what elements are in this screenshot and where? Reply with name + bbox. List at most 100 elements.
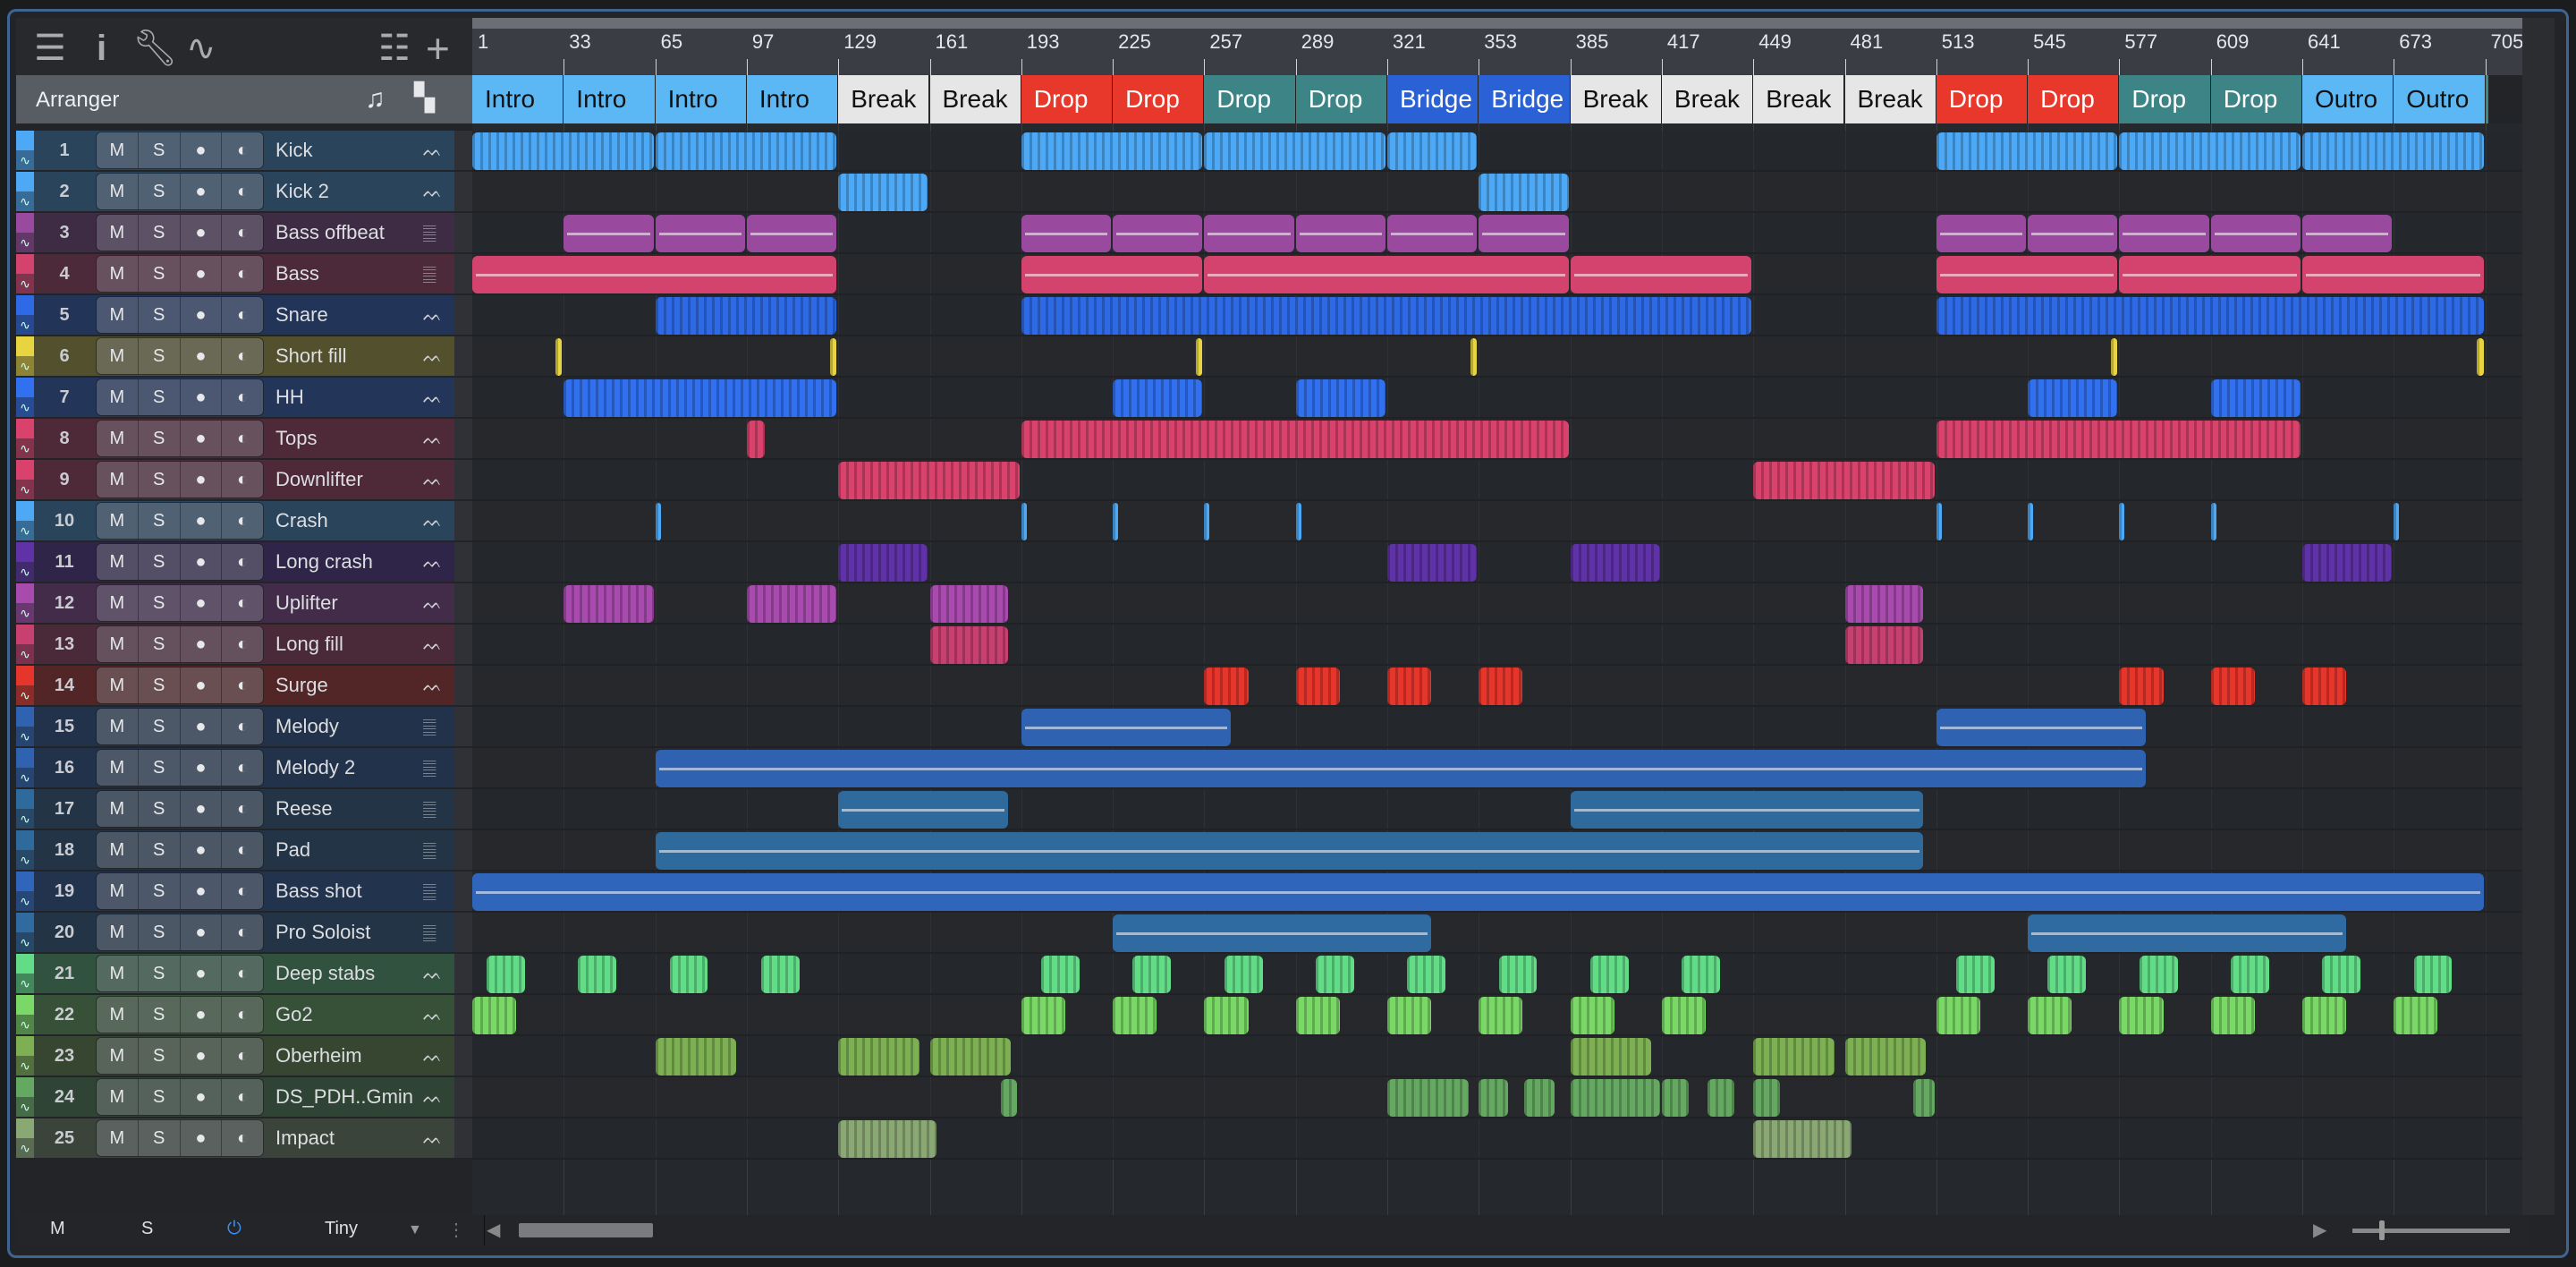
power-icon[interactable]: ⏻ [227, 1219, 242, 1239]
clip[interactable] [1913, 1079, 1935, 1117]
track-name[interactable]: Bass shot [275, 872, 362, 911]
clip[interactable] [1021, 503, 1027, 540]
clip[interactable] [1021, 709, 1232, 746]
monitor-button[interactable]: ◐ [222, 1038, 263, 1074]
track-color-swatch[interactable] [16, 748, 34, 768]
clip[interactable] [929, 1038, 1012, 1076]
mute-button[interactable]: M [97, 914, 139, 950]
solo-button[interactable]: S [138, 709, 181, 744]
record-arm-button[interactable]: ● [180, 1079, 223, 1115]
clip[interactable] [1936, 256, 2118, 293]
monitor-button[interactable]: ◐ [222, 585, 263, 621]
track-header[interactable]: ∿ 6 M S ● ◐ Short fill ᨓ [16, 336, 472, 376]
arranger-section[interactable]: Break [838, 75, 930, 123]
automation-icon[interactable]: ∿ [16, 397, 34, 417]
clip[interactable] [838, 791, 1008, 829]
clip[interactable] [829, 338, 837, 376]
track-color-swatch[interactable] [16, 254, 34, 274]
clip[interactable] [1470, 338, 1478, 376]
track-lane[interactable] [472, 707, 2522, 748]
track-header[interactable]: ∿ 12 M S ● ◐ Uplifter ᨓ [16, 583, 472, 623]
clip[interactable] [2047, 956, 2087, 993]
track-name[interactable]: Go2 [275, 995, 313, 1034]
arranger-section[interactable]: Intro [746, 75, 839, 123]
track-header[interactable]: ∿ 18 M S ● ◐ Pad 𝄛 [16, 830, 472, 870]
track-header[interactable]: ∿ 5 M S ● ◐ Snare ᨓ [16, 295, 472, 335]
track-lane[interactable] [472, 789, 2522, 830]
mute-button[interactable]: M [97, 215, 139, 251]
solo-button[interactable]: S [138, 791, 181, 827]
info-icon[interactable]: i [97, 30, 106, 66]
mute-button[interactable]: M [97, 1038, 139, 1074]
track-color-swatch[interactable] [16, 913, 34, 932]
clip[interactable] [2119, 503, 2125, 540]
mute-button[interactable]: M [97, 585, 139, 621]
record-arm-button[interactable]: ● [180, 297, 223, 333]
automation-icon[interactable]: ∿ [16, 480, 34, 499]
clip[interactable] [1570, 997, 1614, 1034]
track-header[interactable]: ∿ 1 M S ● ◐ Kick ᨓ [16, 131, 472, 170]
clip[interactable] [1113, 503, 1119, 540]
monitor-button[interactable]: ◐ [222, 791, 263, 827]
clip[interactable] [838, 174, 928, 211]
clip[interactable] [486, 956, 525, 993]
record-arm-button[interactable]: ● [180, 421, 223, 456]
mute-button[interactable]: M [97, 297, 139, 333]
record-arm-button[interactable]: ● [180, 997, 223, 1033]
clip[interactable] [472, 256, 837, 293]
horizontal-scroll-thumb[interactable] [519, 1223, 653, 1237]
solo-button[interactable]: S [138, 873, 181, 909]
clip[interactable] [2119, 215, 2209, 252]
clip[interactable] [1479, 668, 1523, 705]
clip[interactable] [2119, 997, 2164, 1034]
monitor-button[interactable]: ◐ [222, 873, 263, 909]
track-header[interactable]: ∿ 2 M S ● ◐ Kick 2 ᨓ [16, 172, 472, 211]
track-header[interactable]: ∿ 23 M S ● ◐ Oberheim ᨓ [16, 1036, 472, 1076]
track-color-swatch[interactable] [16, 542, 34, 562]
clip[interactable] [564, 585, 654, 623]
record-arm-button[interactable]: ● [180, 791, 223, 827]
clip[interactable] [1707, 1079, 1735, 1117]
clip[interactable] [1387, 1079, 1469, 1117]
clip[interactable] [1387, 132, 1478, 170]
clip[interactable] [472, 873, 2484, 911]
track-header[interactable]: ∿ 15 M S ● ◐ Melody 𝄛 [16, 707, 472, 746]
automation-icon[interactable]: ∿ [16, 685, 34, 705]
clip[interactable] [1204, 256, 1569, 293]
solo-button[interactable]: S [138, 503, 181, 539]
track-name[interactable]: HH [275, 378, 304, 417]
solo-button[interactable]: S [138, 215, 181, 251]
clip[interactable] [1479, 174, 1569, 211]
arranger-section[interactable]: Break [1753, 75, 1845, 123]
solo-button[interactable]: S [138, 379, 181, 415]
track-color-swatch[interactable] [16, 666, 34, 685]
clip[interactable] [1113, 914, 1432, 952]
monitor-button[interactable]: ◐ [222, 174, 263, 209]
clip[interactable] [2110, 338, 2118, 376]
track-color-swatch[interactable] [16, 172, 34, 191]
music-note-icon[interactable]: ♫ [365, 84, 386, 115]
solo-button[interactable]: S [138, 914, 181, 950]
clip[interactable] [1204, 997, 1249, 1034]
track-color-swatch[interactable] [16, 419, 34, 438]
arranger-section[interactable]: Break [1661, 75, 1754, 123]
record-arm-button[interactable]: ● [180, 256, 223, 292]
monitor-button[interactable]: ◐ [222, 338, 263, 374]
clip[interactable] [655, 832, 1923, 870]
clip[interactable] [1021, 256, 1203, 293]
clip[interactable] [1956, 956, 1995, 993]
track-color-swatch[interactable] [16, 336, 34, 356]
track-header[interactable]: ∿ 20 M S ● ◐ Pro Soloist 𝄛 [16, 913, 472, 952]
clip[interactable] [746, 585, 837, 623]
clip[interactable] [1113, 997, 1157, 1034]
track-name[interactable]: Pro Soloist [275, 913, 370, 952]
clip[interactable] [2028, 215, 2118, 252]
solo-button[interactable]: S [138, 297, 181, 333]
clip[interactable] [1021, 997, 1065, 1034]
list-icon[interactable]: ☷ [378, 30, 411, 66]
record-arm-button[interactable]: ● [180, 1038, 223, 1074]
clip[interactable] [1479, 215, 1569, 252]
track-size-dropdown-icon[interactable]: ▼ [408, 1222, 422, 1238]
monitor-button[interactable]: ◐ [222, 215, 263, 251]
clip[interactable] [1661, 1079, 1689, 1117]
